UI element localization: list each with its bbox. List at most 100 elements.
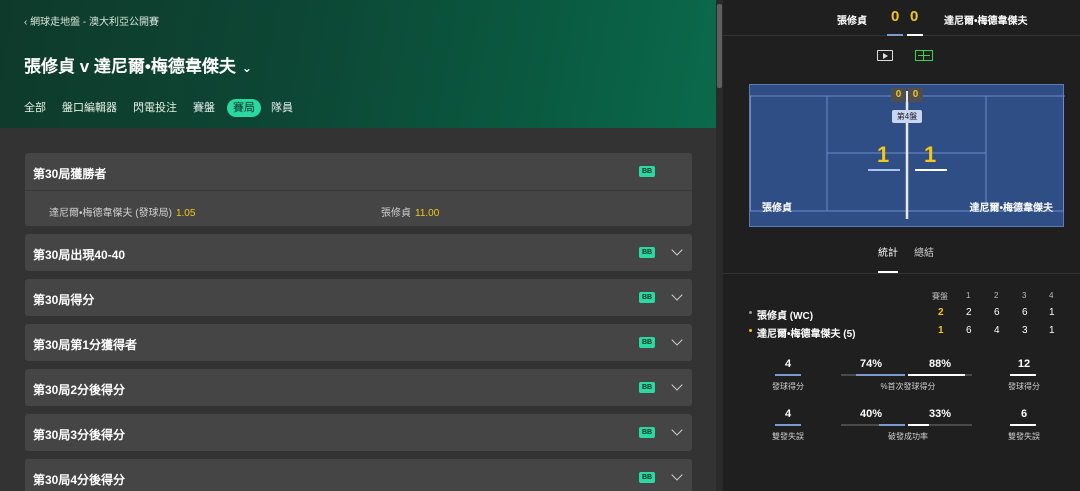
chevron-down-icon[interactable] bbox=[671, 244, 683, 256]
stat-label: 發球得分 bbox=[1008, 382, 1040, 391]
market-card[interactable]: 第30局2分後得分 BB bbox=[25, 369, 692, 406]
court-view-icon[interactable] bbox=[915, 50, 933, 61]
stat-bar bbox=[775, 424, 801, 426]
scrollbar[interactable] bbox=[716, 0, 723, 491]
player1-score: 0 bbox=[891, 8, 900, 25]
market-name: 第30局4分後得分 bbox=[33, 473, 126, 487]
player2-games-underline bbox=[915, 169, 947, 171]
market-name: 第30局第1分獲得者 bbox=[33, 338, 138, 352]
player1-set3: 6 bbox=[1022, 307, 1028, 318]
bet-builder-badge: BB bbox=[639, 382, 655, 393]
table-header-set3: 3 bbox=[1022, 291, 1027, 300]
breadcrumb[interactable]: ‹ 網球走地盤 - 澳大利亞公開賽 bbox=[24, 13, 159, 28]
chevron-down-icon[interactable] bbox=[671, 334, 683, 346]
market-card[interactable]: 第30局第1分獲得者 BB bbox=[25, 324, 692, 361]
player2-set2: 4 bbox=[994, 325, 1000, 336]
stat-bar bbox=[908, 374, 965, 376]
player1-row-name: 張修貞 (WC) bbox=[757, 311, 814, 322]
player2-set1: 6 bbox=[966, 325, 972, 336]
match-title-text: 張修貞 v 達尼爾•梅德韋傑夫 bbox=[24, 57, 236, 76]
chevron-down-icon: ⌄ bbox=[241, 61, 252, 75]
match-title[interactable]: 張修貞 v 達尼爾•梅德韋傑夫 ⌄ bbox=[24, 52, 252, 77]
score-header: 張修貞 0 0 達尼爾•梅德韋傑夫 bbox=[723, 0, 1080, 36]
market-card[interactable]: 第30局3分後得分 BB bbox=[25, 414, 692, 451]
court-player1-name: 張修貞 bbox=[762, 203, 792, 214]
market-name: 第30局2分後得分 bbox=[33, 383, 126, 397]
player1-set1: 2 bbox=[966, 307, 972, 318]
bet-builder-badge: BB bbox=[639, 166, 655, 177]
market-header[interactable]: 第30局獲勝者 BB bbox=[25, 153, 692, 190]
serve-indicator bbox=[749, 329, 752, 332]
stat-value: 33% bbox=[928, 408, 952, 420]
market-name: 第30局獲勝者 bbox=[33, 167, 107, 181]
player2-name: 達尼爾•梅德韋傑夫 bbox=[944, 16, 1028, 27]
market-name: 第30局得分 bbox=[33, 293, 95, 307]
chevron-down-icon[interactable] bbox=[671, 424, 683, 436]
stat-value: 74% bbox=[859, 358, 883, 370]
chevron-down-icon[interactable] bbox=[671, 469, 683, 481]
table-header-set2: 2 bbox=[994, 291, 999, 300]
selection-odds: 11.00 bbox=[415, 208, 440, 219]
player2-sets-won: 1 bbox=[938, 325, 944, 336]
market-name: 第30局出現40-40 bbox=[33, 248, 126, 262]
tab-bet-builder[interactable]: 盤口編輯器 bbox=[62, 99, 117, 117]
tab-players[interactable]: 隊員 bbox=[271, 99, 293, 117]
stat-value: 40% bbox=[859, 408, 883, 420]
stat-bar bbox=[856, 374, 905, 376]
selection-button[interactable]: 張修貞 11.00 bbox=[381, 204, 439, 219]
tab-statistics[interactable]: 統計 bbox=[878, 244, 898, 259]
market-selections: 達尼爾•梅德韋傑夫 (發球局) 1.05 張修貞 11.00 bbox=[25, 190, 692, 226]
stat-bar bbox=[1010, 424, 1036, 426]
tab-summary[interactable]: 總結 bbox=[914, 244, 934, 259]
player2-set4: 1 bbox=[1049, 325, 1055, 336]
stat-label: 雙發失誤 bbox=[1008, 432, 1040, 441]
stat-value: 12 bbox=[1017, 358, 1031, 370]
stat-value: 6 bbox=[1020, 408, 1028, 420]
market-card[interactable]: 第30局出現40-40 BB bbox=[25, 234, 692, 271]
video-icon[interactable] bbox=[877, 50, 893, 61]
set-badge: 第4盤 bbox=[892, 110, 922, 123]
selection-button[interactable]: 達尼爾•梅德韋傑夫 (發球局) 1.05 bbox=[49, 204, 195, 219]
player1-point: 0 bbox=[891, 88, 906, 102]
market-name: 第30局3分後得分 bbox=[33, 428, 126, 442]
table-header-sets: 賽盤 bbox=[932, 292, 948, 301]
media-toggle bbox=[877, 50, 933, 61]
markets-panel: ‹ 網球走地盤 - 澳大利亞公開賽 張修貞 v 達尼爾•梅德韋傑夫 ⌄ 全部 盤口… bbox=[0, 0, 716, 491]
player2-score: 0 bbox=[910, 8, 919, 25]
stat-bar bbox=[908, 424, 929, 426]
bet-builder-badge: BB bbox=[639, 247, 655, 258]
market-card[interactable]: 第30局4分後得分 BB bbox=[25, 459, 692, 491]
stat-bar bbox=[775, 374, 801, 376]
court-player2-name: 達尼爾•梅德韋傑夫 bbox=[969, 203, 1053, 214]
table-header-set4: 4 bbox=[1049, 291, 1054, 300]
stat-label: %首次發球得分 bbox=[880, 382, 936, 391]
player1-name: 張修貞 bbox=[837, 16, 867, 27]
chevron-down-icon[interactable] bbox=[671, 289, 683, 301]
player1-games-underline bbox=[868, 169, 900, 171]
tab-sets[interactable]: 賽盤 bbox=[193, 99, 215, 117]
tab-all[interactable]: 全部 bbox=[24, 99, 46, 117]
market-tabs: 全部 盤口編輯器 閃電投注 賽盤 賽局 隊員 bbox=[24, 99, 309, 117]
stat-label: 雙發失誤 bbox=[772, 432, 804, 441]
match-header: ‹ 網球走地盤 - 澳大利亞公開賽 張修貞 v 達尼爾•梅德韋傑夫 ⌄ 全部 盤口… bbox=[0, 0, 716, 128]
market-card[interactable]: 第30局得分 BB bbox=[25, 279, 692, 316]
player2-set3: 3 bbox=[1022, 325, 1028, 336]
bet-builder-badge: BB bbox=[639, 337, 655, 348]
scrollbar-thumb[interactable] bbox=[717, 4, 722, 88]
tennis-court: 0 0 第4盤 1 1 張修貞 達尼爾•梅德韋傑夫 bbox=[749, 84, 1065, 227]
selection-odds: 1.05 bbox=[175, 208, 196, 219]
divider bbox=[723, 273, 1080, 274]
stat-label: 發球得分 bbox=[772, 382, 804, 391]
player1-games: 1 bbox=[877, 142, 890, 167]
tab-games[interactable]: 賽局 bbox=[227, 99, 261, 117]
market-list: 第30局獲勝者 BB 達尼爾•梅德韋傑夫 (發球局) 1.05 張修貞 11.00 … bbox=[25, 153, 692, 491]
player1-score-underline bbox=[887, 34, 903, 36]
stat-bar bbox=[1010, 374, 1036, 376]
player1-set2: 6 bbox=[994, 307, 1000, 318]
player2-score-underline bbox=[907, 34, 923, 36]
stat-bar bbox=[879, 424, 905, 426]
chevron-down-icon[interactable] bbox=[671, 379, 683, 391]
stat-value: 4 bbox=[784, 358, 792, 370]
tab-flash-bet[interactable]: 閃電投注 bbox=[133, 99, 177, 117]
stat-label: 破發成功率 bbox=[888, 432, 928, 441]
